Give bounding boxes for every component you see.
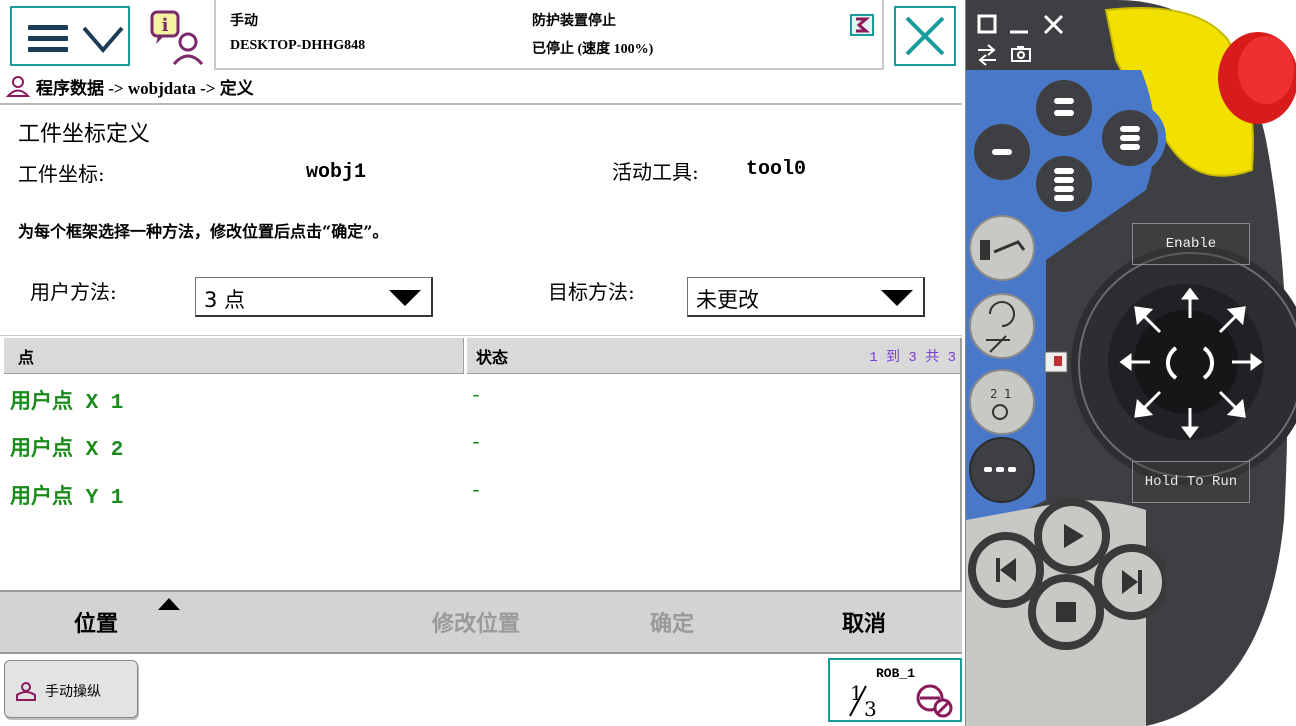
safety-state: 防护装置停止 — [532, 14, 616, 29]
modify-position-button[interactable]: 修改位置 — [432, 606, 520, 638]
jogging-task-label: 手动操纵 — [45, 684, 101, 700]
program-data-icon — [6, 76, 30, 97]
select-mechanical-unit-key[interactable] — [969, 215, 1035, 281]
svg-text:1: 1 — [850, 682, 863, 705]
pendant-hardware: 21 Enable Hold To Run — [966, 0, 1296, 726]
active-tool-label: 活动工具: — [612, 160, 699, 184]
toggle-increment-key[interactable]: 21 — [969, 369, 1035, 435]
jogging-task-button[interactable]: 手动操纵 — [4, 660, 138, 718]
screenshot-button[interactable] — [1008, 42, 1036, 68]
stop-key[interactable] — [1028, 574, 1104, 650]
header-divider — [0, 103, 962, 105]
close-icon — [905, 16, 945, 56]
table-scroll-edge — [960, 338, 962, 590]
window-minimize-button[interactable] — [1006, 12, 1034, 38]
table-row[interactable]: 用户点 X 2 - — [4, 422, 960, 468]
point-status: - — [470, 385, 483, 408]
cancel-button[interactable]: 取消 — [842, 606, 886, 638]
column-header-point[interactable]: 点 — [18, 344, 34, 368]
position-menu-button[interactable]: 位置 — [74, 606, 118, 638]
svg-text:i: i — [162, 15, 169, 36]
breadcrumb-text: 程序数据 -> wobjdata -> 定义 — [36, 78, 254, 98]
status-bar[interactable]: 手动 DESKTOP-DHHG848 防护装置停止 已停止 (速度 100%) — [214, 0, 884, 70]
toggle-motion-mode-key[interactable] — [969, 293, 1035, 359]
target-method-value: 未更改 — [696, 288, 759, 312]
point-name: 用户点 X 1 — [10, 392, 124, 415]
window-restore-button[interactable] — [974, 12, 1002, 38]
joystick[interactable] — [1116, 286, 1266, 442]
column-header-status[interactable]: 状态 — [476, 344, 508, 368]
enable-device-label[interactable]: Enable — [1132, 223, 1250, 265]
step-forward-key[interactable] — [1094, 544, 1166, 620]
system-name: DESKTOP-DHHG848 — [230, 38, 366, 53]
table-divider — [0, 335, 962, 336]
jogging-icon — [16, 682, 36, 701]
point-name: 用户点 Y 1 — [10, 487, 124, 510]
camera-icon — [1011, 46, 1031, 62]
command-bar: 位置 修改位置 确定 取消 — [0, 590, 962, 654]
table-row[interactable]: 用户点 X 1 - — [4, 375, 960, 421]
step-backward-key[interactable] — [968, 532, 1044, 608]
user-method-value: 3 点 — [204, 288, 246, 312]
programmable-key-3[interactable] — [1094, 102, 1166, 174]
active-tool-value: tool0 — [746, 158, 807, 181]
table-row[interactable]: 用户点 Y 1 - — [4, 470, 960, 516]
motion-disabled-icon — [916, 684, 953, 718]
close-button[interactable] — [894, 6, 956, 66]
operating-mode: 手动 — [230, 14, 258, 29]
programmable-key-1[interactable] — [966, 116, 1038, 188]
target-method-label: 目标方法: — [548, 280, 635, 304]
taskbar: 手动操纵 ROB_1 1 3 — [0, 656, 962, 726]
programmable-keys — [966, 72, 1166, 220]
row-count: 1 到 3 共 3 — [869, 350, 956, 366]
user-method-label: 用户方法: — [30, 280, 117, 304]
close-icon — [1043, 14, 1064, 35]
breadcrumb: 程序数据 -> wobjdata -> 定义 — [6, 74, 254, 98]
usb-port-icon — [1044, 351, 1068, 373]
increment-one-third-icon: 1 3 — [849, 682, 877, 718]
event-info-icon[interactable]: i — [146, 8, 206, 66]
programmable-key-extra[interactable] — [969, 437, 1035, 503]
start-key[interactable] — [1034, 498, 1110, 574]
event-log-icon — [850, 14, 874, 36]
menu-up-arrow-icon — [158, 598, 180, 610]
minimize-icon — [1010, 30, 1028, 34]
user-method-dropdown[interactable]: 3 点 — [195, 277, 433, 317]
svg-text:2: 2 — [990, 387, 998, 401]
workobject-value: wobj1 — [306, 161, 367, 184]
svg-text:3: 3 — [864, 697, 877, 718]
dropdown-arrow-icon — [389, 290, 421, 306]
restore-icon — [977, 14, 997, 34]
point-status: - — [470, 480, 483, 503]
target-method-dropdown[interactable]: 未更改 — [687, 277, 925, 317]
quickset-button[interactable]: ROB_1 1 3 — [828, 658, 962, 722]
workobject-label: 工件坐标: — [18, 162, 105, 186]
point-status: - — [470, 432, 483, 455]
flexpendant-screen: i 手动 DESKTOP-DHHG848 防护装置停止 已停止 (速度 100%… — [0, 0, 966, 726]
page-title: 工件坐标定义 — [18, 122, 151, 147]
chevron-down-icon — [82, 26, 124, 54]
dropdown-arrow-icon — [881, 290, 913, 306]
main-menu-button[interactable] — [10, 6, 130, 66]
programmable-key-2[interactable] — [1028, 72, 1100, 144]
column-divider[interactable] — [463, 338, 467, 374]
instruction-text: 为每个框架选择一种方法，修改位置后点击“确定”。 — [18, 222, 389, 241]
run-control-keys — [968, 498, 1166, 650]
programmable-key-4[interactable] — [1028, 148, 1100, 220]
point-name: 用户点 X 2 — [10, 439, 124, 462]
window-close-button[interactable] — [1040, 12, 1068, 38]
table-header: 点 状态 1 到 3 共 3 — [4, 338, 960, 374]
hamburger-icon — [28, 25, 68, 52]
run-state: 已停止 (速度 100%) — [532, 42, 654, 57]
svg-text:1: 1 — [1004, 387, 1012, 401]
ok-button[interactable]: 确定 — [650, 606, 694, 638]
points-table: 用户点 X 1 - 用户点 X 2 - 用户点 Y 1 - — [4, 375, 960, 590]
robot-name: ROB_1 — [876, 666, 916, 681]
